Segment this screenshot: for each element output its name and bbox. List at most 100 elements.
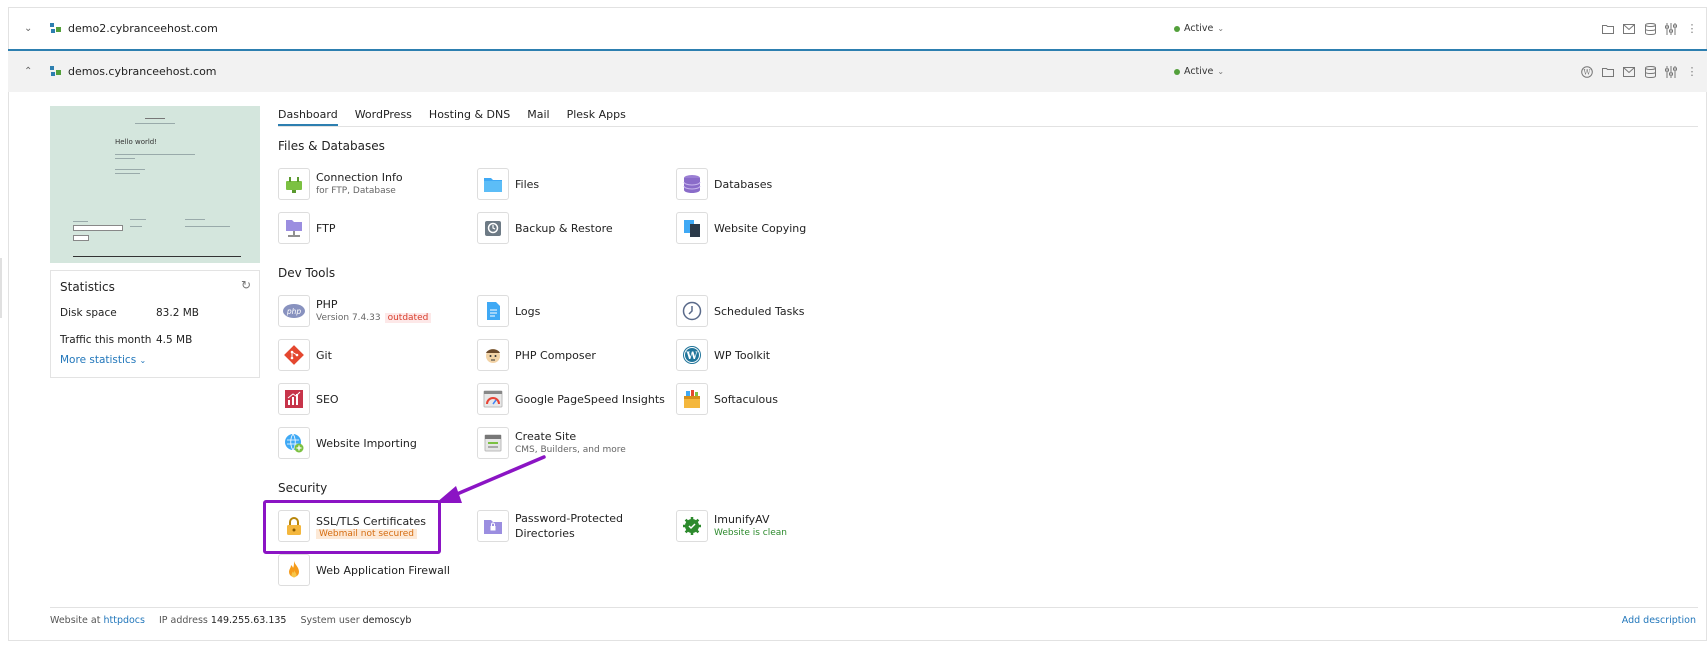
more-statistics-link[interactable]: More statistics ⌄	[60, 354, 146, 366]
refresh-icon[interactable]: ↻	[241, 278, 251, 292]
ip-address-info: IP address 149.255.63.135	[159, 615, 286, 626]
tool-label: Files	[515, 177, 540, 191]
flame-icon	[278, 554, 310, 586]
mail-icon[interactable]	[1622, 65, 1636, 79]
svg-text:W: W	[685, 351, 698, 362]
tool-label: WP Toolkit	[714, 348, 771, 362]
wordpress-icon[interactable]: W	[1580, 65, 1594, 79]
tool-label: PHP Composer	[515, 348, 596, 362]
tab-plesk-apps[interactable]: Plesk Apps	[567, 106, 626, 126]
domain-icon	[50, 66, 61, 76]
globe-import-icon	[278, 427, 310, 459]
preview-meta	[115, 169, 145, 170]
tool-databases[interactable]: Databases	[676, 168, 772, 200]
tool-seo[interactable]: SEO	[278, 383, 339, 415]
preview-tagline	[135, 123, 175, 124]
annotation-arrow-icon	[436, 455, 546, 503]
tool-label: Scheduled Tasks	[714, 304, 805, 318]
system-user-info: System user demoscyb	[300, 615, 411, 626]
tab-wordpress[interactable]: WordPress	[355, 106, 412, 126]
tool-files[interactable]: Files	[477, 168, 539, 200]
statistics-title: Statistics	[60, 280, 115, 294]
more-icon[interactable]: ⋮	[1685, 22, 1699, 36]
domain-row-demos[interactable]: ⌃ demos.cybranceehost.com Active ⌄ W ⋮	[8, 49, 1707, 92]
website-at-info: Website at httpdocs	[50, 615, 145, 626]
preview-meta	[115, 173, 140, 174]
tool-website-copying[interactable]: Website Copying	[676, 212, 806, 244]
domain-name[interactable]: demos.cybranceehost.com	[68, 65, 217, 78]
status-dropdown[interactable]: Active ⌄	[1174, 23, 1224, 34]
system-user-value: demoscyb	[362, 615, 412, 626]
preview-site-title	[145, 118, 165, 119]
chevron-down-icon[interactable]: ⌄	[24, 23, 32, 34]
status-dropdown[interactable]: Active ⌄	[1174, 66, 1224, 77]
more-statistics-label: More statistics	[60, 354, 137, 366]
status-dot	[1174, 25, 1180, 32]
tool-sublabel: Version 7.4.33 outdated	[316, 312, 432, 325]
tab-mail[interactable]: Mail	[527, 106, 549, 126]
tool-label: Backup & Restore	[515, 221, 613, 235]
tool-label: Google PageSpeed Insights	[515, 392, 665, 406]
clock-icon	[676, 295, 708, 327]
php-icon: php	[278, 295, 310, 327]
tab-dashboard[interactable]: Dashboard	[278, 106, 338, 126]
tool-label: FTP	[316, 221, 336, 235]
domain-row-demo2[interactable]: ⌄ demo2.cybranceehost.com Active ⌄ ⋮	[8, 7, 1707, 49]
panel-bottom-border	[8, 640, 1707, 641]
pagespeed-icon	[477, 383, 509, 415]
tool-sublabel: for FTP, Database	[316, 186, 396, 196]
tool-git[interactable]: Git	[278, 339, 332, 371]
tool-scheduled-tasks[interactable]: Scheduled Tasks	[676, 295, 805, 327]
folder-icon[interactable]	[1601, 65, 1615, 79]
frame-left-border	[8, 7, 9, 640]
seo-icon	[278, 383, 310, 415]
add-description-link[interactable]: Add description	[1622, 615, 1696, 626]
section-dev-tools: Dev Tools	[278, 266, 336, 280]
tool-softaculous[interactable]: Softaculous	[676, 383, 778, 415]
domain-tabs: Dashboard WordPress Hosting & DNS Mail P…	[278, 106, 643, 126]
chevron-down-icon: ⌄	[139, 356, 147, 365]
tool-label: ImunifyAV	[714, 513, 770, 526]
sliders-icon[interactable]	[1664, 22, 1678, 36]
preview-text	[130, 219, 146, 220]
docroot-link[interactable]: httpdocs	[103, 615, 145, 626]
tool-connection-info[interactable]: Connection Info for FTP, Database	[278, 168, 403, 200]
tool-logs[interactable]: Logs	[477, 295, 540, 327]
tool-label-line2: Directories	[515, 527, 575, 540]
chevron-up-icon[interactable]: ⌃	[24, 66, 32, 77]
more-icon[interactable]: ⋮	[1685, 65, 1699, 79]
tool-website-importing[interactable]: Website Importing	[278, 427, 417, 459]
php-version: Version 7.4.33	[316, 313, 381, 323]
ftp-icon	[278, 212, 310, 244]
mail-icon[interactable]	[1622, 22, 1636, 36]
domain-name[interactable]: demo2.cybranceehost.com	[68, 22, 218, 35]
footer-divider	[50, 607, 1698, 608]
disk-space-value: 83.2 MB	[156, 307, 199, 319]
highlight-annotation-box	[263, 500, 441, 554]
shield-gear-icon	[676, 510, 708, 542]
tool-web-application-firewall[interactable]: Web Application Firewall	[278, 554, 450, 586]
row-actions: ⋮	[1601, 22, 1699, 36]
tab-hosting-dns[interactable]: Hosting & DNS	[429, 106, 510, 126]
website-preview[interactable]: Hello world!	[50, 106, 260, 263]
preview-text	[115, 154, 195, 155]
website-at-label: Website at	[50, 615, 101, 626]
tool-pagespeed[interactable]: Google PageSpeed Insights	[477, 383, 665, 415]
tool-php[interactable]: php PHP Version 7.4.33 outdated	[278, 295, 432, 327]
tool-php-composer[interactable]: PHP Composer	[477, 339, 596, 371]
wordpress-icon: W	[676, 339, 708, 371]
tool-ftp[interactable]: FTP	[278, 212, 336, 244]
tool-backup-restore[interactable]: Backup & Restore	[477, 212, 613, 244]
preview-text	[115, 158, 135, 159]
tool-imunifyav[interactable]: ImunifyAV Website is clean	[676, 510, 787, 542]
sliders-icon[interactable]	[1664, 65, 1678, 79]
traffic-label: Traffic this month	[60, 334, 152, 346]
tool-wp-toolkit[interactable]: W WP Toolkit	[676, 339, 770, 371]
folder-icon[interactable]	[1601, 22, 1615, 36]
database-icon[interactable]	[1643, 65, 1657, 79]
copy-icon	[676, 212, 708, 244]
database-icon[interactable]	[1643, 22, 1657, 36]
tool-label: SEO	[316, 392, 339, 406]
tool-label: Connection Info	[316, 171, 403, 184]
section-files-databases: Files & Databases	[278, 139, 385, 153]
